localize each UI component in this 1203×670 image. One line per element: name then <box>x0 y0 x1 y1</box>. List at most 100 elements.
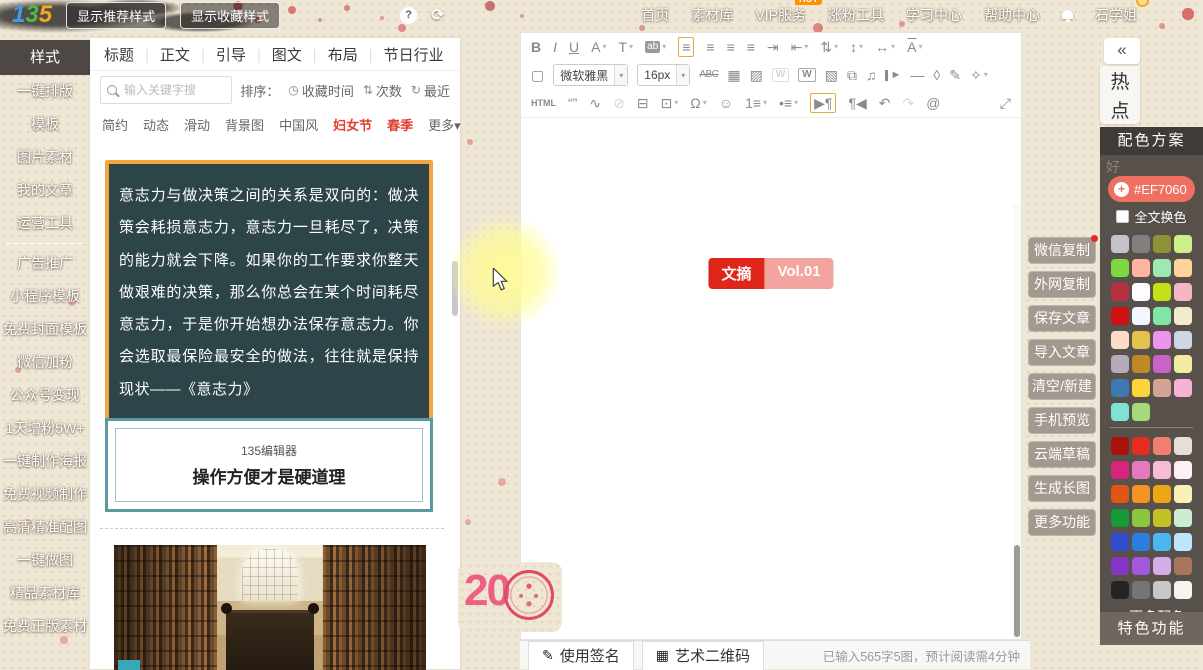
ordered-list-icon[interactable]: 1≡▾ <box>745 96 767 110</box>
color-swatch[interactable] <box>1153 461 1171 479</box>
logo[interactable]: 135 <box>12 2 52 28</box>
table-icon[interactable]: ▦ <box>727 68 740 82</box>
sidebar-item-image-assets[interactable]: 图片素材 <box>0 141 90 174</box>
editor-content[interactable]: 文摘 Vol.01 <box>521 118 1021 639</box>
action-button-more-features[interactable]: 更多功能 <box>1028 509 1096 536</box>
refresh-icon[interactable]: ⟳ <box>431 5 444 25</box>
html-source-icon[interactable]: HTML <box>531 99 556 108</box>
sidebar-item-account-monetize[interactable]: 公众号变现 <box>0 379 90 412</box>
color-swatch[interactable] <box>1174 581 1192 599</box>
color-swatch[interactable] <box>1111 557 1129 575</box>
color-swatch[interactable] <box>1111 509 1129 527</box>
align-right-icon[interactable]: ≡ <box>727 40 735 54</box>
sidebar-item-free-video[interactable]: 免费视频制作 <box>0 478 90 511</box>
eraser-icon[interactable]: ◊ <box>933 68 940 82</box>
underline-icon[interactable]: U <box>569 40 579 54</box>
nav-item-learning[interactable]: 学习中心 <box>906 5 962 25</box>
help-icon[interactable]: ? <box>400 7 417 24</box>
color-swatch[interactable] <box>1174 331 1192 349</box>
color-swatch[interactable] <box>1153 379 1171 397</box>
color-swatch[interactable] <box>1174 461 1192 479</box>
style-tab[interactable]: 布局 <box>302 44 358 65</box>
color-swatch[interactable] <box>1132 355 1150 373</box>
search-input[interactable] <box>122 82 225 98</box>
color-swatch[interactable] <box>1153 331 1171 349</box>
image-library-icon[interactable]: ⧉ <box>847 68 857 82</box>
tab-hotspot[interactable]: 热点 <box>1100 66 1140 124</box>
color-swatch[interactable] <box>1111 355 1129 373</box>
font-family-select[interactable]: 微软雅黑▾ <box>553 64 628 86</box>
line-height-icon[interactable]: ↕▾ <box>850 40 863 54</box>
mention-icon[interactable]: @ <box>926 96 940 110</box>
nav-item-home[interactable]: 首页 <box>641 5 669 25</box>
color-swatch[interactable] <box>1132 485 1150 503</box>
color-swatch[interactable] <box>1111 331 1129 349</box>
color-swatch[interactable] <box>1111 437 1129 455</box>
style-card-library-photo[interactable] <box>114 545 426 670</box>
word-import-icon[interactable]: W <box>798 68 815 82</box>
italic-icon[interactable]: I <box>553 40 557 54</box>
editor-scrollbar-thumb[interactable] <box>1014 545 1020 637</box>
color-swatch[interactable] <box>1153 283 1171 301</box>
insert-music-icon[interactable]: ♫ <box>866 68 877 82</box>
align-center-icon[interactable]: ≡ <box>706 40 714 54</box>
sidebar-item-miniprogram-templates[interactable]: 小程序模板 <box>0 280 90 313</box>
search-box[interactable] <box>100 76 232 104</box>
color-swatch[interactable] <box>1132 283 1150 301</box>
color-swatch[interactable] <box>1132 379 1150 397</box>
new-document-icon[interactable]: ▢ <box>531 68 544 82</box>
insert-image-icon[interactable]: ▧ <box>825 68 838 82</box>
bold-icon[interactable]: B <box>531 40 541 54</box>
sidebar-item-wechat-fans[interactable]: 微信加粉 <box>0 346 90 379</box>
color-swatch[interactable] <box>1111 379 1129 397</box>
letter-spacing-icon[interactable]: ↔▾ <box>875 40 895 54</box>
sidebar-item-one-click-layout[interactable]: 一键排版 <box>0 75 90 108</box>
style-tab[interactable]: 图文 <box>246 44 302 65</box>
color-swatch[interactable] <box>1153 533 1171 551</box>
featured-functions-bar[interactable]: 特色功能 <box>1100 612 1203 645</box>
color-swatch[interactable] <box>1111 235 1129 253</box>
sidebar-item-premium-assets[interactable]: 精品素材库 <box>0 577 90 610</box>
color-swatch[interactable] <box>1174 557 1192 575</box>
color-swatch[interactable] <box>1153 259 1171 277</box>
tag-filter[interactable]: 动态 <box>143 115 169 134</box>
tag-filter[interactable]: 滑动 <box>184 115 210 134</box>
color-swatch[interactable] <box>1111 403 1129 421</box>
blockquote-icon[interactable]: “” <box>568 96 577 110</box>
color-swatch[interactable] <box>1132 509 1150 527</box>
outdent-icon[interactable]: ⇤▾ <box>791 40 809 54</box>
bell-icon[interactable] <box>1062 10 1073 19</box>
paragraph-spacing-icon[interactable]: ⇅▾ <box>820 40 838 54</box>
color-swatch[interactable] <box>1111 283 1129 301</box>
collapse-panel-button[interactable]: « <box>1104 38 1140 64</box>
emoji-icon[interactable]: ☺ <box>719 96 733 110</box>
tag-filter[interactable]: 背景图 <box>225 115 264 134</box>
undo-icon[interactable]: ↶ <box>879 96 891 110</box>
color-swatch[interactable] <box>1153 437 1171 455</box>
highlight-color-icon[interactable]: ab▾ <box>645 41 666 53</box>
insert-link-icon[interactable]: ∿ <box>589 96 601 110</box>
sidebar-item-fans-5w[interactable]: 1天增粉5W+ <box>0 412 90 445</box>
one-click-format-icon[interactable]: ✧▾ <box>970 68 988 82</box>
color-swatch[interactable] <box>1174 533 1192 551</box>
style-panel-scrollbar[interactable] <box>452 261 458 316</box>
background-image-icon[interactable]: ▨ <box>750 68 763 82</box>
fullscreen-icon[interactable]: ⤢ <box>1000 96 1011 110</box>
sidebar-item-my-articles[interactable]: 我的文章 <box>0 174 90 207</box>
action-button-import-article[interactable]: 导入文章 <box>1028 339 1096 366</box>
art-qrcode-button[interactable]: ▦ 艺术二维码 <box>642 641 764 670</box>
font-size-select[interactable]: 16px▾ <box>637 64 690 86</box>
color-swatch[interactable] <box>1111 461 1129 479</box>
color-swatch[interactable] <box>1174 437 1192 455</box>
style-tab[interactable]: 引导 <box>190 44 246 65</box>
sidebar-item-templates[interactable]: 模板 <box>0 108 90 141</box>
color-swatch[interactable] <box>1174 259 1192 277</box>
sidebar-item-operation-tools[interactable]: 运营工具 <box>0 207 90 240</box>
color-swatch[interactable] <box>1132 403 1150 421</box>
action-button-cloud-draft[interactable]: 云端草稿 <box>1028 441 1096 468</box>
sidebar-item-poster-maker[interactable]: 一键制作海报 <box>0 445 90 478</box>
full-text-recolor-checkbox[interactable]: 全文换色 <box>1100 207 1203 226</box>
unordered-list-icon[interactable]: •≡▾ <box>779 96 798 110</box>
nav-item-fans-tools[interactable]: 涨粉工具 <box>828 5 884 25</box>
insert-video-icon[interactable]: ► <box>885 70 901 81</box>
